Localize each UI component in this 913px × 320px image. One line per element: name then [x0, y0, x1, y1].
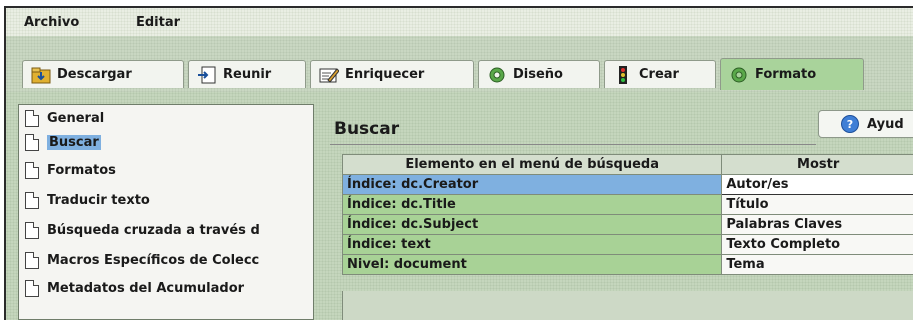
- content-area: General Buscar Formatos Traducir texto B…: [6, 92, 913, 320]
- menu-archivo[interactable]: Archivo: [24, 15, 79, 30]
- sidebar-item-macros[interactable]: Macros Específicos de Colecc: [25, 249, 259, 271]
- sidebar-item-label: Búsqueda cruzada a través d: [47, 223, 260, 238]
- cell-shown[interactable]: Título: [722, 195, 913, 215]
- sidebar-item-label: Traducir texto: [47, 193, 150, 208]
- sidebar-item-label: General: [47, 111, 104, 126]
- table-header-row: Elemento en el menú de búsqueda Mostr: [343, 155, 913, 175]
- tab-crear[interactable]: Crear: [604, 60, 716, 88]
- document-icon: [25, 110, 39, 127]
- sidebar-item-label: Macros Específicos de Colecc: [47, 253, 259, 268]
- cell-shown-editing[interactable]: Autor/es: [722, 175, 913, 195]
- cell-element[interactable]: Índice: text: [343, 235, 722, 255]
- menu-editar[interactable]: Editar: [136, 15, 180, 30]
- title-divider: [330, 144, 816, 145]
- help-button[interactable]: ? Ayud: [818, 110, 913, 138]
- sidebar-item-label: Buscar: [47, 135, 101, 150]
- sidebar-item-traducir-texto[interactable]: Traducir texto: [25, 189, 150, 211]
- tab-label: Enriquecer: [345, 67, 424, 82]
- cell-shown[interactable]: Texto Completo: [722, 235, 913, 255]
- table-row[interactable]: Índice: dc.Title Título: [343, 195, 913, 215]
- sidebar-item-label: Metadatos del Acumulador: [47, 281, 244, 296]
- cell-shown[interactable]: Tema: [722, 255, 913, 275]
- sidebar-item-busqueda-cruzada[interactable]: Búsqueda cruzada a través d: [25, 219, 260, 241]
- download-folder-icon: [31, 66, 51, 84]
- document-icon: [25, 134, 39, 151]
- tab-label: Diseño: [513, 67, 563, 82]
- tab-enriquecer[interactable]: Enriquecer: [310, 60, 474, 88]
- sidebar-item-label: Formatos: [47, 163, 116, 178]
- sidebar-item-metadatos[interactable]: Metadatos del Acumulador: [25, 277, 244, 299]
- format-gear-icon: [729, 66, 749, 84]
- table-row[interactable]: Índice: dc.Subject Palabras Claves: [343, 215, 913, 235]
- gather-document-icon: [197, 66, 217, 84]
- document-icon: [25, 252, 39, 269]
- table-row[interactable]: Índice: dc.Creator Autor/es: [343, 175, 913, 195]
- cell-element[interactable]: Índice: dc.Subject: [343, 215, 722, 235]
- design-gear-icon: [487, 66, 507, 84]
- table-empty-area: [342, 291, 913, 320]
- sidebar-item-general[interactable]: General: [25, 107, 104, 129]
- document-icon: [25, 222, 39, 239]
- tab-label: Reunir: [223, 67, 271, 82]
- document-icon: [25, 192, 39, 209]
- cell-shown[interactable]: Palabras Claves: [722, 215, 913, 235]
- column-header-element[interactable]: Elemento en el menú de búsqueda: [343, 155, 722, 175]
- tab-bar: Descargar Reunir Enriquecer Diseño Crear: [6, 36, 913, 92]
- document-icon: [25, 280, 39, 297]
- search-menu-table: Elemento en el menú de búsqueda Mostr Ín…: [342, 154, 913, 275]
- table-row[interactable]: Nivel: document Tema: [343, 255, 913, 275]
- cell-element[interactable]: Nivel: document: [343, 255, 722, 275]
- tab-label: Formato: [755, 67, 816, 82]
- column-header-shown[interactable]: Mostr: [722, 155, 913, 175]
- main-panel: Buscar ? Ayud Elemento en el menú de bús…: [320, 102, 913, 320]
- document-icon: [25, 162, 39, 179]
- create-traffic-light-icon: [613, 66, 633, 84]
- enrich-edit-icon: [319, 66, 339, 84]
- page-title: Buscar: [334, 119, 399, 139]
- sidebar: General Buscar Formatos Traducir texto B…: [18, 104, 314, 320]
- tab-reunir[interactable]: Reunir: [188, 60, 306, 88]
- table-row[interactable]: Índice: text Texto Completo: [343, 235, 913, 255]
- menu-bar: Archivo Editar: [6, 8, 913, 36]
- tab-label: Crear: [639, 67, 679, 82]
- sidebar-item-buscar[interactable]: Buscar: [25, 131, 101, 153]
- sidebar-item-formatos[interactable]: Formatos: [25, 159, 116, 181]
- cell-element[interactable]: Índice: dc.Creator: [343, 175, 722, 195]
- help-icon: ?: [841, 115, 859, 133]
- tab-descargar[interactable]: Descargar: [22, 60, 184, 88]
- app-window: Archivo Editar Descargar Reunir Enriquec…: [4, 6, 913, 320]
- cell-element[interactable]: Índice: dc.Title: [343, 195, 722, 215]
- tab-formato[interactable]: Formato: [720, 58, 864, 90]
- tab-diseno[interactable]: Diseño: [478, 60, 600, 88]
- help-button-label: Ayud: [867, 117, 904, 132]
- tab-label: Descargar: [57, 67, 132, 82]
